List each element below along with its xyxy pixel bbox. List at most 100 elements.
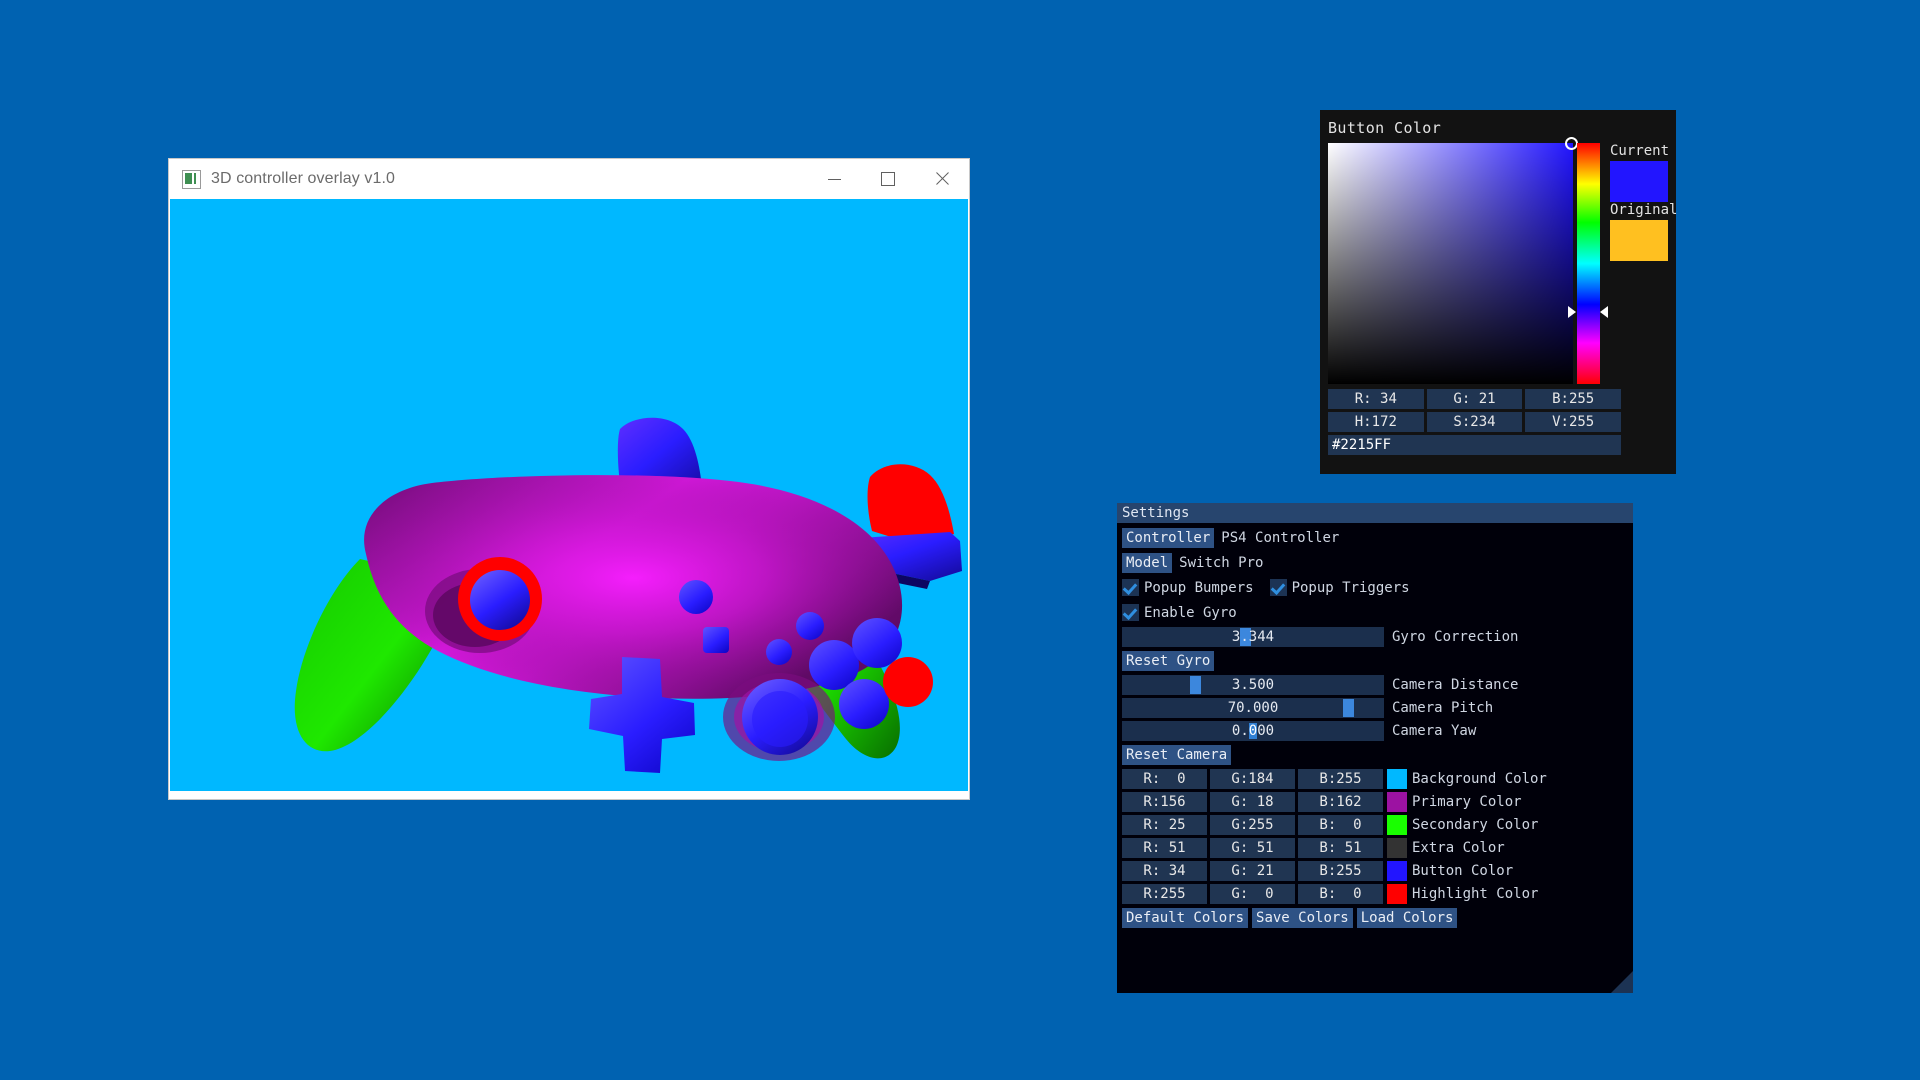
camera-pitch-value: 70.000 xyxy=(1227,700,1279,716)
color-setting-row: R: 25 G:255 B: 0 Secondary Color xyxy=(1122,815,1628,835)
g-field[interactable]: G:184 xyxy=(1210,769,1295,789)
maximize-button[interactable] xyxy=(861,159,915,199)
current-color-swatch[interactable] xyxy=(1610,161,1668,202)
popup-triggers-label: Popup Triggers xyxy=(1291,579,1410,596)
settings-content: Controller PS4 Controller Model Switch P… xyxy=(1122,527,1628,928)
color-swatch-button[interactable] xyxy=(1387,815,1407,835)
r-field[interactable]: R:255 xyxy=(1122,884,1207,904)
g-field[interactable]: G: 21 xyxy=(1210,861,1295,881)
gyro-correction-slider[interactable]: 3.344 xyxy=(1122,627,1384,647)
camera-yaw-value[interactable]: 0.000 xyxy=(1122,721,1384,741)
color-swatch-button[interactable] xyxy=(1387,792,1407,812)
controller-button[interactable]: Controller xyxy=(1122,527,1215,548)
minus-button[interactable] xyxy=(679,580,713,614)
g-field[interactable]: G: 18 xyxy=(1210,792,1295,812)
g-field[interactable]: G:255 xyxy=(1210,815,1295,835)
hue-marker-right-icon xyxy=(1600,306,1608,318)
color-swatch-button[interactable] xyxy=(1387,769,1407,789)
gyro-correction-value: 3.344 xyxy=(1231,629,1275,645)
hue-field[interactable]: H:172 xyxy=(1328,412,1424,432)
window-title: 3D controller overlay v1.0 xyxy=(211,170,396,187)
color-swatch-button[interactable] xyxy=(1387,861,1407,881)
model-button[interactable]: Model xyxy=(1122,552,1173,573)
overlay-titlebar[interactable]: 3D controller overlay v1.0 xyxy=(169,159,969,199)
camera-distance-slider[interactable]: 3.500 xyxy=(1122,675,1384,695)
desktop: 3D controller overlay v1.0 Button Color … xyxy=(0,0,1920,1080)
r-field[interactable]: R:156 xyxy=(1122,792,1207,812)
color-swatch-button[interactable] xyxy=(1387,884,1407,904)
blue-field[interactable]: B:255 xyxy=(1525,389,1622,409)
controller-value: PS4 Controller xyxy=(1221,529,1340,546)
original-color-swatch[interactable] xyxy=(1610,220,1668,261)
r-field[interactable]: R: 25 xyxy=(1122,815,1207,835)
left-stick[interactable] xyxy=(470,570,530,630)
reset-gyro-button[interactable]: Reset Gyro xyxy=(1122,650,1215,671)
color-setting-row: R: 51 G: 51 B: 51 Extra Color xyxy=(1122,838,1628,858)
popup-checkbox-row: Popup Bumpers Popup Triggers xyxy=(1122,577,1628,598)
b-field[interactable]: B:255 xyxy=(1298,769,1383,789)
model-value: Switch Pro xyxy=(1179,554,1264,571)
camera-distance-label: Camera Distance xyxy=(1392,677,1519,693)
r-field[interactable]: R: 0 xyxy=(1122,769,1207,789)
r-field[interactable]: R: 34 xyxy=(1122,861,1207,881)
camera-distance-row: 3.500 Camera Distance xyxy=(1122,675,1628,695)
plus-button[interactable] xyxy=(796,612,824,640)
minimize-icon xyxy=(827,178,841,180)
settings-titlebar[interactable]: Settings xyxy=(1117,503,1633,523)
reset-gyro-row: Reset Gyro xyxy=(1122,650,1628,671)
color-setting-label: Button Color xyxy=(1412,863,1514,879)
load-colors-button[interactable]: Load Colors xyxy=(1356,908,1458,928)
maximize-icon xyxy=(881,172,895,186)
r-field[interactable]: R: 51 xyxy=(1122,838,1207,858)
hsv-row: H:172 S:234 V:255 xyxy=(1328,412,1622,432)
face-button-y[interactable] xyxy=(852,618,902,668)
enable-gyro-checkbox[interactable] xyxy=(1122,604,1139,621)
popup-triggers-checkbox[interactable] xyxy=(1269,579,1287,596)
close-button[interactable] xyxy=(915,159,969,199)
color-setting-row: R: 0 G:184 B:255 Background Color xyxy=(1122,769,1628,789)
popup-bumpers-checkbox[interactable] xyxy=(1122,579,1139,596)
settings-window: Settings Controller PS4 Controller Model… xyxy=(1117,503,1633,993)
color-swatch-button[interactable] xyxy=(1387,838,1407,858)
saturation-field[interactable]: S:234 xyxy=(1426,412,1523,432)
hex-field[interactable]: #2215FF xyxy=(1328,435,1621,455)
right-trigger-popup-pressed xyxy=(867,464,954,543)
color-picker-panel: Button Color Current Original R: 34 G: 2… xyxy=(1320,110,1678,474)
value-field[interactable]: V:255 xyxy=(1525,412,1622,432)
controller-row: Controller PS4 Controller xyxy=(1122,527,1628,548)
camera-distance-value: 3.500 xyxy=(1231,677,1275,693)
minimize-button[interactable] xyxy=(807,159,861,199)
color-value-fields: R: 34 G: 21 B:255 H:172 S:234 V:255 #221… xyxy=(1328,389,1622,455)
camera-pitch-slider[interactable]: 70.000 xyxy=(1122,698,1384,718)
b-field[interactable]: B:255 xyxy=(1298,861,1383,881)
save-colors-button[interactable]: Save Colors xyxy=(1252,908,1353,928)
b-field[interactable]: B: 0 xyxy=(1298,884,1383,904)
hue-marker-left-icon xyxy=(1568,306,1576,318)
home-button[interactable] xyxy=(766,639,792,665)
camera-yaw-slider[interactable]: 0.000 xyxy=(1122,721,1384,741)
red-field[interactable]: R: 34 xyxy=(1328,389,1424,409)
b-field[interactable]: B: 0 xyxy=(1298,815,1383,835)
reset-camera-button[interactable]: Reset Camera xyxy=(1122,744,1232,765)
g-field[interactable]: G: 0 xyxy=(1210,884,1295,904)
color-setting-label: Primary Color xyxy=(1412,794,1522,810)
hue-slider[interactable] xyxy=(1577,143,1600,384)
b-field[interactable]: B: 51 xyxy=(1298,838,1383,858)
g-field[interactable]: G: 51 xyxy=(1210,838,1295,858)
capture-button[interactable] xyxy=(703,627,729,653)
camera-yaw-label: Camera Yaw xyxy=(1392,723,1477,739)
original-color-label: Original xyxy=(1610,202,1678,218)
gyro-correction-row: 3.344 Gyro Correction xyxy=(1122,627,1628,647)
popup-bumpers-label: Popup Bumpers xyxy=(1144,579,1254,596)
controller-render-canvas[interactable] xyxy=(170,199,968,791)
color-setting-label: Extra Color xyxy=(1412,840,1505,856)
app-icon xyxy=(182,169,201,189)
green-field[interactable]: G: 21 xyxy=(1426,389,1523,409)
color-setting-label: Secondary Color xyxy=(1412,817,1539,833)
default-colors-button[interactable]: Default Colors xyxy=(1122,908,1249,928)
face-button-b[interactable] xyxy=(839,679,889,729)
b-field[interactable]: B:162 xyxy=(1298,792,1383,812)
face-button-a-highlight[interactable] xyxy=(883,657,933,707)
saturation-value-area[interactable] xyxy=(1328,137,1578,384)
resize-handle[interactable] xyxy=(1611,971,1633,993)
